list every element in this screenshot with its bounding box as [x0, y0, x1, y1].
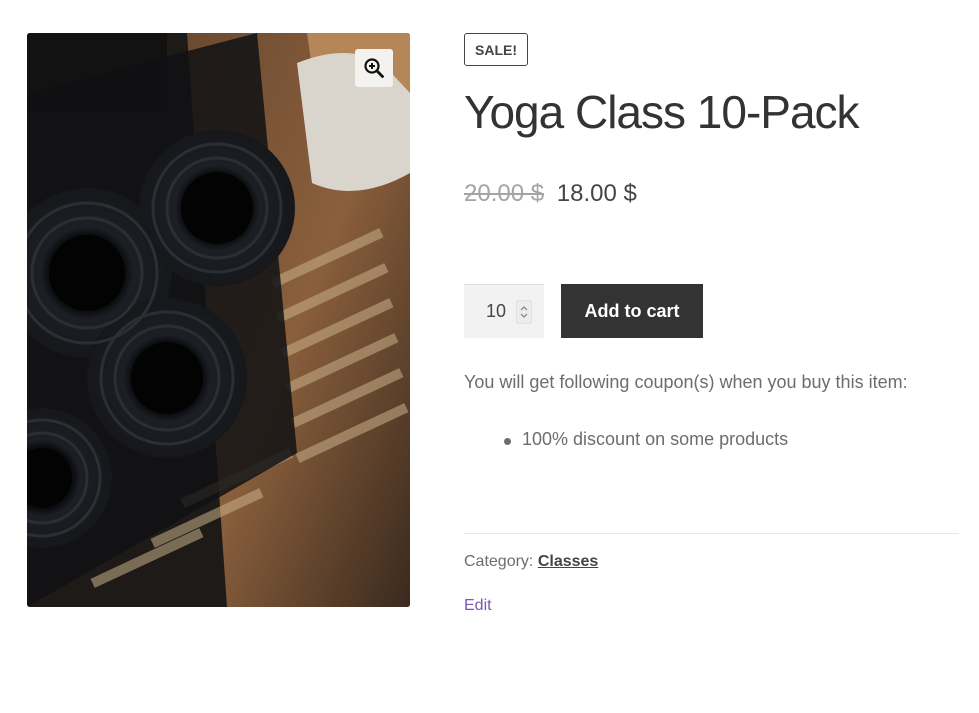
category-label: Category: — [464, 553, 534, 570]
product-image[interactable] — [27, 33, 410, 607]
edit-link[interactable]: Edit — [464, 597, 492, 615]
zoom-in-icon — [364, 58, 384, 78]
coupon-intro: You will get following coupon(s) when yo… — [464, 372, 908, 392]
zoom-button[interactable] — [355, 49, 393, 87]
sale-badge: SALE! — [464, 33, 528, 66]
category-link[interactable]: Classes — [538, 553, 599, 570]
add-to-cart-form: 10 Add to cart — [464, 284, 703, 338]
quantity-stepper[interactable]: 10 — [464, 284, 544, 338]
product-gallery[interactable] — [27, 33, 410, 607]
add-to-cart-button[interactable]: Add to cart — [561, 284, 703, 338]
product-page: SALE! Yoga Class 10-Pack 20.00 $ 18.00 $… — [0, 0, 979, 713]
product-title: Yoga Class 10-Pack — [464, 86, 860, 138]
product-price: 20.00 $ 18.00 $ — [464, 179, 959, 208]
product-meta: Category: Classes — [464, 553, 598, 571]
product-summary: SALE! Yoga Class 10-Pack 20.00 $ 18.00 $… — [464, 33, 959, 614]
list-item: 100% discount on some products — [504, 429, 788, 450]
quantity-input[interactable]: 10 — [486, 301, 506, 322]
sale-price: 18.00 $ — [556, 179, 637, 207]
divider — [464, 533, 959, 534]
regular-price: 20.00 $ — [464, 179, 545, 207]
chevron-up-down-icon[interactable] — [516, 299, 532, 324]
coupon-list: 100% discount on some products — [504, 429, 788, 450]
